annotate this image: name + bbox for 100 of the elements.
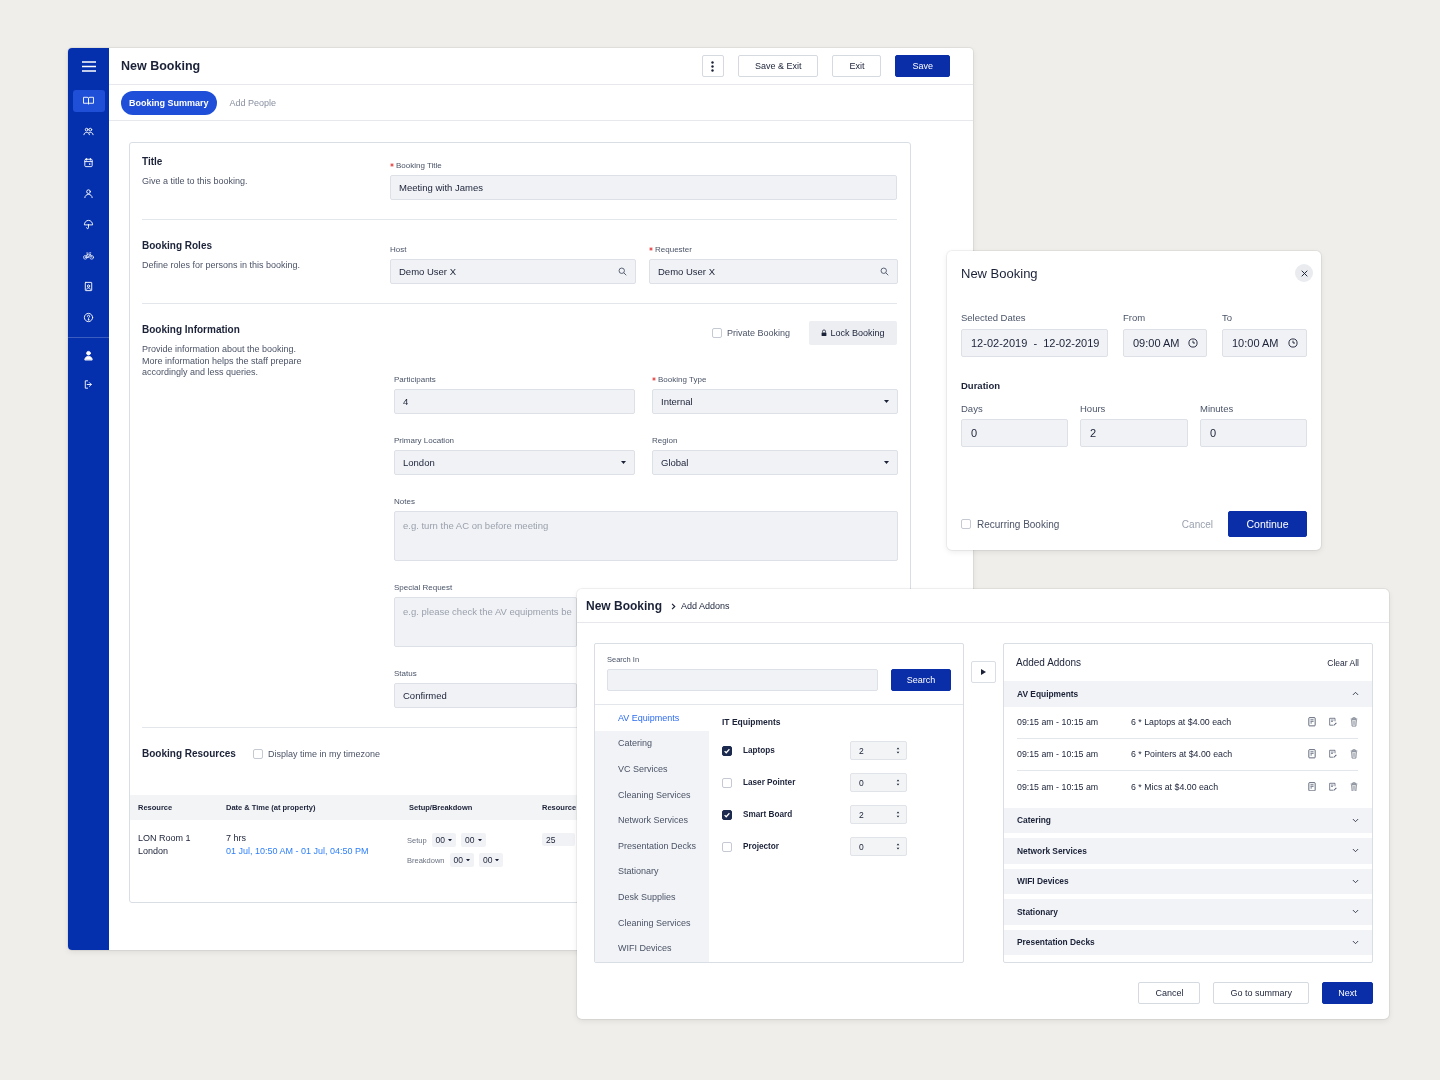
text-field[interactable]: Meeting with James	[390, 175, 897, 200]
people-icon[interactable]	[83, 126, 94, 137]
time-range-text: 09:15 am - 10:15 am	[1017, 781, 1100, 792]
edit-note-icon[interactable]	[1329, 749, 1337, 759]
time-range-link[interactable]: 01 Jul, 10:50 AM - 01 Jul, 04:50 PM	[226, 845, 369, 857]
category-item[interactable]: Cleaning Services	[595, 781, 709, 808]
contact-card-icon[interactable]	[83, 281, 94, 292]
field-label: Host	[390, 245, 407, 255]
accordion-header[interactable]: WIFI Devices	[1004, 868, 1372, 894]
count-field[interactable]: 25	[542, 833, 575, 846]
text-field[interactable]: 4	[394, 389, 635, 414]
page-title: New Booking	[121, 59, 201, 73]
clear-all-link[interactable]: Clear All	[1327, 657, 1359, 668]
menu-icon[interactable]	[81, 61, 96, 72]
time-range-text: 09:15 am - 10:15 am	[1017, 717, 1100, 727]
category-item[interactable]: VC Services	[595, 756, 709, 782]
accordion-header[interactable]: Catering	[1004, 807, 1372, 833]
footer-button[interactable]: Go to summary	[1213, 982, 1309, 1004]
dropdown[interactable]: Internal	[652, 389, 898, 414]
category-item[interactable]: Cleaning Services	[595, 909, 709, 936]
checkbox-label: Private Booking	[726, 328, 790, 338]
field-label: Booking Type	[658, 375, 707, 385]
calendar-icon[interactable]	[83, 157, 94, 168]
footer-button[interactable]: Next	[1322, 982, 1373, 1004]
time-dropdown[interactable]: 00	[479, 853, 504, 867]
person-icon[interactable]	[83, 188, 94, 199]
checkbox[interactable]	[722, 809, 732, 820]
note-icon[interactable]	[1308, 781, 1316, 792]
quantity-field[interactable]: 2	[850, 741, 907, 760]
time-dropdown[interactable]: 00	[461, 833, 486, 847]
footer-button[interactable]: Cancel	[1138, 982, 1201, 1004]
user-icon[interactable]	[83, 350, 94, 361]
accordion-header[interactable]: Network Services	[1004, 838, 1372, 864]
vertical-dots-icon	[711, 60, 715, 72]
category-item[interactable]: Catering	[595, 730, 709, 757]
accordion-header[interactable]: AV Equipments	[1004, 681, 1372, 707]
search-field[interactable]	[607, 669, 878, 691]
umbrella-icon[interactable]	[83, 219, 94, 230]
triangle-right-icon	[981, 669, 986, 675]
header-button[interactable]: Save & Exit	[737, 55, 819, 77]
number-field[interactable]: 2	[1080, 419, 1188, 447]
text-area[interactable]: e.g. turn the AC on before meeting	[394, 511, 898, 561]
dropdown[interactable]: London	[394, 450, 635, 475]
section-heading: Booking Roles	[142, 239, 212, 253]
number-field[interactable]: 0	[961, 419, 1068, 447]
edit-note-icon[interactable]	[1329, 717, 1337, 727]
accordion-header[interactable]: Stationary	[1004, 899, 1372, 925]
book-icon[interactable]	[72, 89, 105, 112]
logout-icon[interactable]	[83, 379, 94, 390]
more-button[interactable]	[701, 55, 724, 77]
help-icon[interactable]	[83, 312, 94, 323]
addon-description: 6 * Pointers at $4.00 each	[1131, 749, 1233, 759]
search-icon	[618, 267, 627, 276]
category-item[interactable]: WIFI Devices	[595, 935, 709, 961]
trash-icon[interactable]	[1350, 717, 1358, 727]
item-label: Laser Pointer	[743, 778, 796, 787]
field-label: From	[1123, 313, 1147, 323]
time-dropdown[interactable]: 00	[431, 833, 457, 847]
bicycle-icon[interactable]	[83, 250, 94, 261]
lookup-field[interactable]: Demo User X	[390, 259, 636, 284]
header-button[interactable]: Save	[895, 55, 950, 77]
item-label: Smart Board	[743, 810, 793, 819]
close-button[interactable]	[1295, 264, 1313, 282]
caret-down-icon	[884, 461, 889, 464]
breadcrumb-text: Add Addons	[681, 600, 730, 611]
time-field[interactable]: 10:00 AM	[1222, 329, 1307, 357]
edit-note-icon[interactable]	[1329, 781, 1337, 792]
category-item[interactable]: Desk Supplies	[595, 884, 709, 910]
note-icon[interactable]	[1308, 749, 1316, 759]
lookup-field[interactable]: Demo User X	[649, 259, 898, 284]
time-field[interactable]: 09:00 AM	[1123, 329, 1207, 357]
category-item[interactable]: Network Services	[595, 807, 709, 833]
caret-down-icon	[495, 858, 500, 862]
lock-button[interactable]: Lock Booking	[809, 321, 897, 345]
category-item[interactable]: AV Equipments	[595, 705, 709, 731]
date-range-field[interactable]: 12-02-2019 - 12-02-2019	[961, 329, 1108, 357]
category-item[interactable]: Presentation Decks	[595, 832, 709, 859]
group-heading: IT Equipments	[722, 716, 781, 728]
checkbox[interactable]	[722, 745, 732, 756]
caret-down-icon	[884, 400, 889, 403]
dialog-button[interactable]: Continue	[1228, 511, 1307, 537]
search-button[interactable]: Search	[891, 669, 951, 691]
accordion-header[interactable]: Presentation Decks	[1004, 929, 1372, 955]
trash-icon[interactable]	[1350, 749, 1358, 759]
header-button[interactable]: Exit	[832, 55, 882, 77]
text-field[interactable]: Confirmed	[394, 683, 577, 708]
category-item[interactable]: Stationary	[595, 858, 709, 885]
clock-icon	[1288, 338, 1298, 348]
note-icon[interactable]	[1308, 717, 1316, 727]
number-field[interactable]: 0	[1200, 419, 1307, 447]
quantity-field[interactable]: 2	[850, 805, 907, 824]
tab[interactable]: Booking Summary	[121, 90, 217, 115]
trash-icon[interactable]	[1350, 781, 1358, 792]
text-area[interactable]: e.g. please check the AV equipments be	[394, 597, 577, 647]
arrow-button[interactable]	[971, 661, 996, 683]
addon-description: 6 * Mics at $4.00 each	[1131, 781, 1219, 792]
quantity-field[interactable]: 0	[850, 773, 907, 792]
time-dropdown[interactable]: 00	[449, 853, 474, 867]
quantity-field[interactable]: 0	[850, 837, 907, 856]
dropdown[interactable]: Global	[652, 450, 898, 475]
